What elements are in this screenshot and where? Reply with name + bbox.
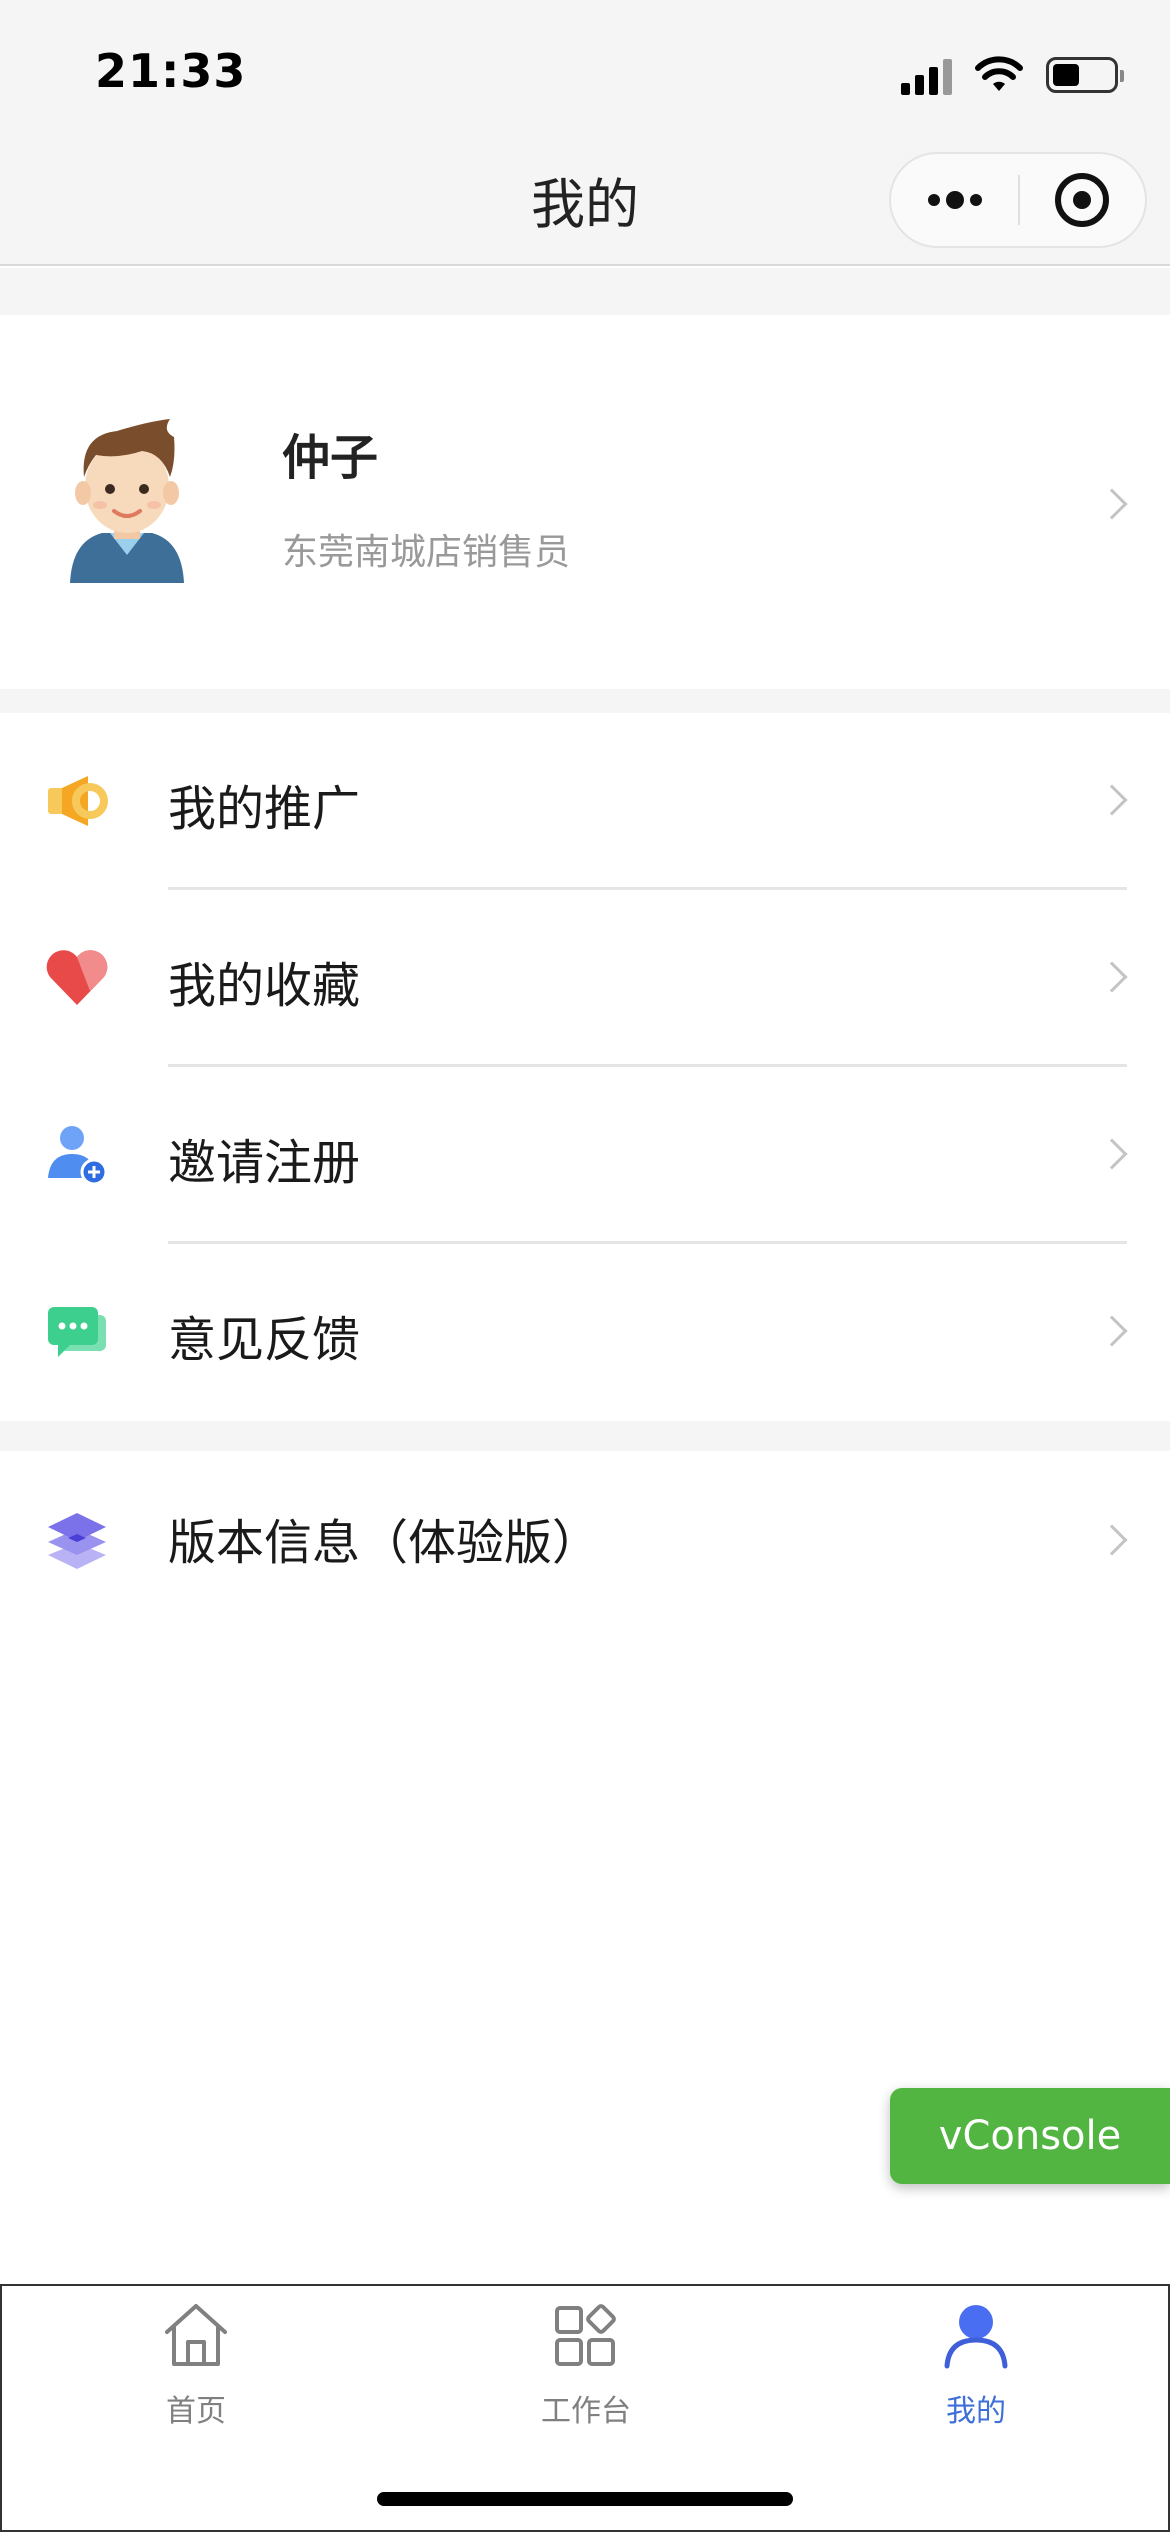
section-gap	[0, 689, 1170, 713]
chevron-right-icon	[1096, 784, 1128, 816]
menu-item-favorites[interactable]: 我的收藏	[0, 890, 1170, 1067]
tab-workbench[interactable]: 工作台	[456, 2300, 716, 2450]
tab-home[interactable]: 首页	[66, 2300, 326, 2450]
chat-bubble-icon	[48, 1307, 106, 1357]
user-name: 仲子	[282, 430, 379, 486]
menu-item-version[interactable]: 版本信息（体验版）	[0, 1451, 1170, 1628]
grid-icon	[555, 2304, 616, 2366]
avatar	[70, 419, 184, 583]
tab-label: 首页	[166, 2394, 226, 2429]
home-icon	[165, 2304, 227, 2366]
more-button[interactable]	[891, 154, 1018, 246]
signal-icon	[901, 55, 952, 95]
menu-label: 邀请注册	[168, 1135, 361, 1191]
status-icons	[901, 50, 1124, 100]
tab-label: 工作台	[541, 2394, 631, 2429]
chevron-right-icon	[1096, 488, 1128, 520]
menu-label: 版本信息（体验版）	[168, 1515, 601, 1571]
battery-icon	[1046, 57, 1124, 93]
menu-label: 意见反馈	[168, 1312, 361, 1368]
tab-label: 我的	[946, 2394, 1006, 2429]
status-time: 21:33	[95, 44, 247, 98]
user-icon	[944, 2305, 1008, 2369]
section-gap	[0, 268, 1170, 315]
close-button[interactable]	[1020, 154, 1145, 246]
heart-icon	[46, 950, 108, 1005]
home-indicator	[377, 2492, 793, 2506]
chevron-right-icon	[1096, 961, 1128, 993]
top-bar: 21:33 我的	[0, 0, 1170, 266]
user-role: 东莞南城店销售员	[282, 532, 571, 573]
layers-icon	[48, 1513, 106, 1569]
tab-mine[interactable]: 我的	[846, 2300, 1106, 2450]
menu-label: 我的推广	[168, 781, 361, 837]
profile-card[interactable]: 仲子 东莞南城店销售员	[0, 315, 1170, 689]
chevron-right-icon	[1096, 1138, 1128, 1170]
chevron-right-icon	[1096, 1524, 1128, 1556]
menu-item-feedback[interactable]: 意见反馈	[0, 1244, 1170, 1421]
megaphone-icon	[48, 776, 108, 826]
wifi-icon	[975, 56, 1023, 91]
section-gap	[0, 1421, 1170, 1451]
menu-item-invite[interactable]: 邀请注册	[0, 1067, 1170, 1244]
menu-item-promotion[interactable]: 我的推广	[0, 713, 1170, 890]
add-user-icon	[48, 1126, 108, 1186]
mini-program-capsule	[889, 152, 1147, 248]
vconsole-button[interactable]: vConsole	[890, 2088, 1170, 2184]
menu-label: 我的收藏	[168, 958, 361, 1014]
target-icon	[1055, 173, 1110, 227]
chevron-right-icon	[1096, 1315, 1128, 1347]
